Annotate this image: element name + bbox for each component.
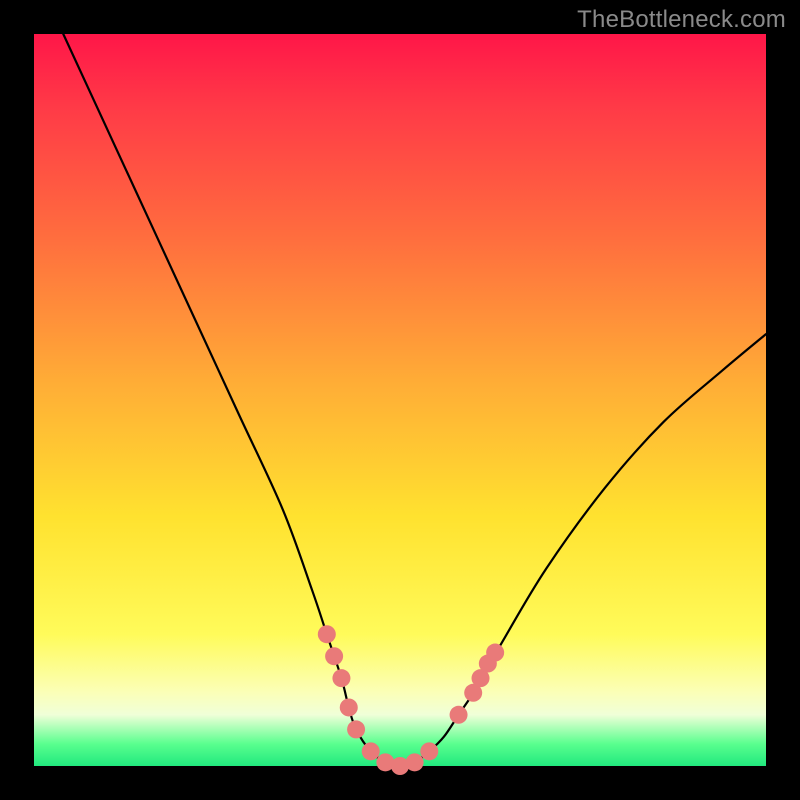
highlight-dot [486, 644, 504, 662]
highlight-dot [318, 625, 336, 643]
watermark-label: TheBottleneck.com [577, 6, 786, 34]
highlight-dot [332, 669, 350, 687]
highlight-dot [406, 753, 424, 771]
highlight-dot [420, 742, 438, 760]
chart-svg [34, 34, 766, 766]
plot-area [34, 34, 766, 766]
chart-frame: TheBottleneck.com [0, 0, 800, 800]
highlight-dot [362, 742, 380, 760]
highlight-dot [450, 706, 468, 724]
highlight-dot [347, 720, 365, 738]
highlight-dots-group [318, 625, 504, 775]
highlight-dot [340, 698, 358, 716]
highlight-dot [325, 647, 343, 665]
bottleneck-curve [63, 34, 766, 766]
